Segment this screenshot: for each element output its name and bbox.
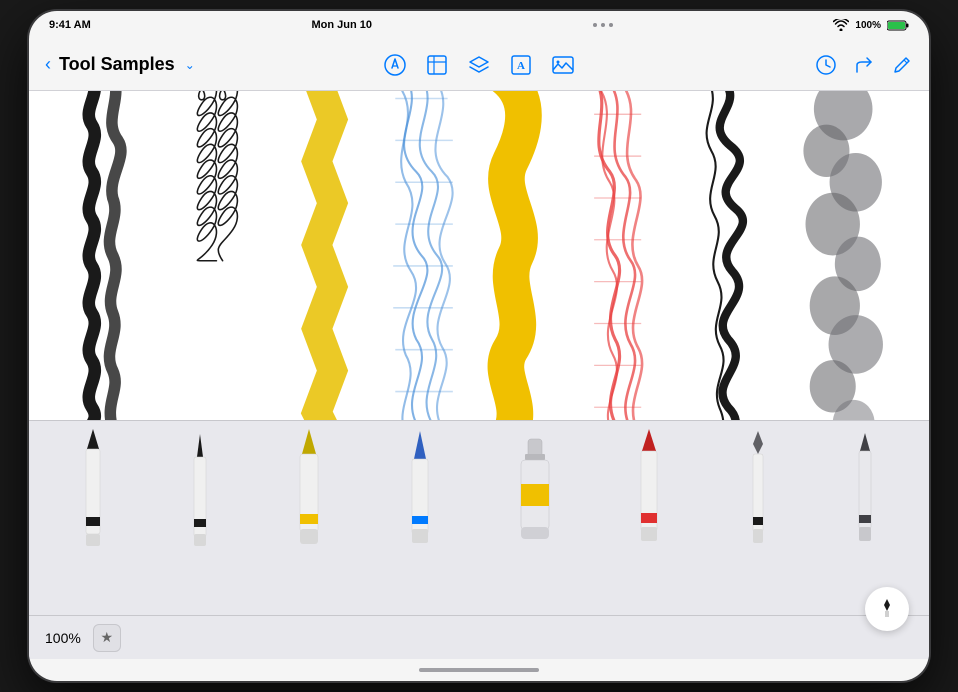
calligraphy-shape: [739, 429, 777, 559]
status-center-dots: [593, 23, 613, 27]
pen-container: [29, 421, 929, 567]
nav-back-button[interactable]: ‹: [45, 54, 51, 75]
stroke-8: [803, 91, 883, 420]
home-bar: [419, 668, 539, 672]
crayon-shape: [628, 429, 670, 559]
battery-icon: [887, 20, 909, 31]
zoom-level: 100%: [45, 630, 81, 646]
stroke-2: [197, 91, 237, 261]
tool-calligraphy-pen[interactable]: [739, 429, 777, 559]
stroke-4: [393, 91, 453, 420]
text-icon[interactable]: A: [509, 53, 533, 77]
history-icon[interactable]: [815, 54, 837, 76]
marker-shape: [288, 429, 330, 559]
fab-pen-icon: [875, 597, 899, 621]
back-chevron-icon: ‹: [45, 54, 51, 75]
felt-pen-shape: [399, 429, 441, 559]
stroke-7: [707, 91, 743, 420]
tool-panel: [29, 420, 929, 615]
star-icon: ★: [101, 629, 114, 646]
svg-text:A: A: [517, 60, 525, 72]
nav-right-tools: [815, 54, 913, 76]
battery-text: 100%: [855, 20, 881, 31]
layers-icon[interactable]: [467, 53, 491, 77]
nav-bar: ‹ Tool Samples ⌄: [29, 39, 929, 91]
stroke-1: [89, 91, 121, 420]
nav-title-chevron-icon[interactable]: ⌄: [185, 58, 195, 72]
tool-pen-2[interactable]: [181, 429, 219, 559]
gallery-icon[interactable]: [425, 53, 449, 77]
tool-felt-pen-blue[interactable]: [399, 429, 441, 559]
favorites-button[interactable]: ★: [93, 624, 121, 652]
edit-icon[interactable]: [891, 54, 913, 76]
status-right: 100%: [833, 19, 909, 31]
stroke-5: [505, 91, 523, 420]
status-time: 9:41 AM: [49, 19, 91, 31]
charcoal-shape: [846, 429, 884, 559]
app-content: ‹ Tool Samples ⌄: [29, 39, 929, 659]
tool-charcoal[interactable]: [846, 429, 884, 559]
pen-2-shape: [181, 429, 219, 559]
tool-crayon-red[interactable]: [628, 429, 670, 559]
pen-1-shape: [74, 429, 112, 559]
stroke-3: [317, 91, 333, 420]
pencil-tool-icon[interactable]: [383, 53, 407, 77]
status-date: Mon Jun 10: [311, 19, 372, 31]
home-indicator: [29, 659, 929, 681]
canvas-area: [29, 91, 929, 420]
ipad-frame: 9:41 AM Mon Jun 10 100%: [29, 11, 929, 681]
nav-title: Tool Samples: [59, 54, 175, 75]
image-icon[interactable]: [551, 53, 575, 77]
ink-bottle-shape: [511, 429, 559, 559]
tool-marker-yellow[interactable]: [288, 429, 330, 559]
wifi-icon: [833, 19, 849, 31]
bottom-bar: 100% ★: [29, 615, 929, 659]
tool-pen-1[interactable]: [74, 429, 112, 559]
canvas-strokes: [29, 91, 929, 420]
tool-ink-bottle[interactable]: [511, 429, 559, 559]
status-bar: 9:41 AM Mon Jun 10 100%: [29, 11, 929, 39]
share-icon[interactable]: [853, 54, 875, 76]
stroke-6: [594, 91, 642, 420]
nav-center-tools: A: [383, 53, 575, 77]
active-tool-fab[interactable]: [865, 587, 909, 631]
